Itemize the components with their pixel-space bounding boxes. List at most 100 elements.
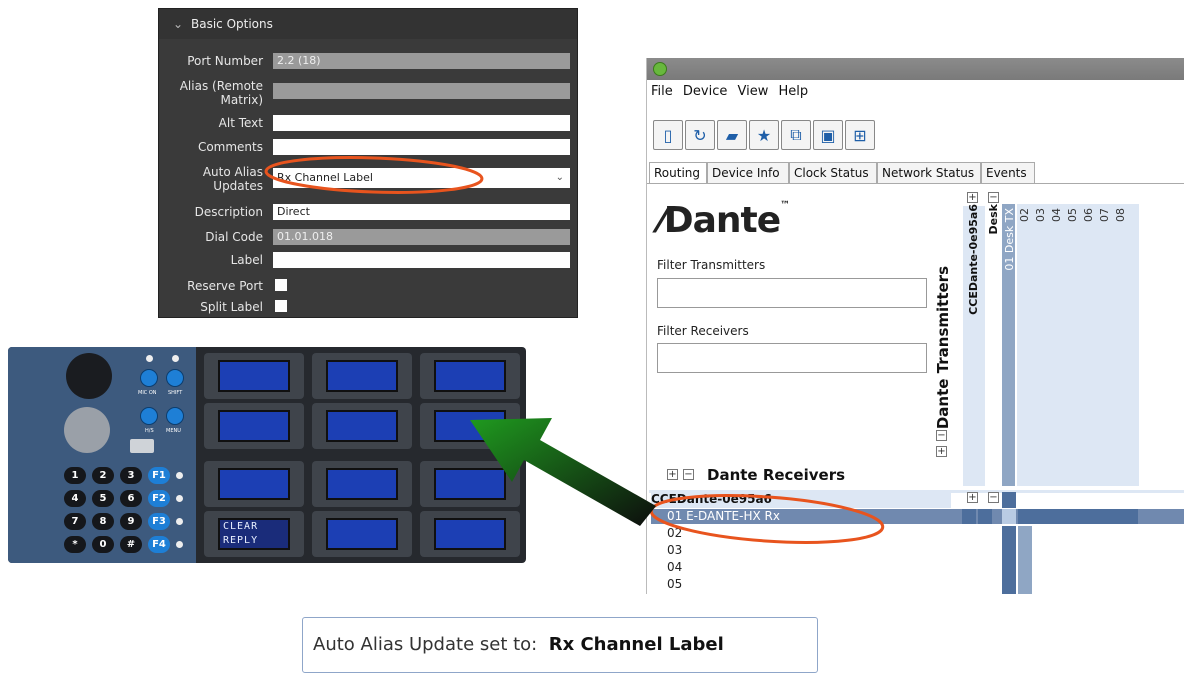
auto-alias-select[interactable]: Rx Channel Label ⌄ — [273, 168, 570, 188]
status-led — [172, 355, 179, 362]
field-label: Description — [194, 205, 263, 219]
lcd-key[interactable] — [420, 511, 520, 557]
lcd-key[interactable] — [204, 403, 304, 449]
key-f1[interactable]: F1 — [148, 467, 170, 484]
matrix-cell[interactable] — [1002, 526, 1016, 594]
lcd-key[interactable] — [420, 403, 520, 449]
key-2[interactable]: 2 — [92, 467, 114, 484]
field-label: Alt Text — [218, 116, 263, 130]
matrix-cell[interactable] — [1002, 509, 1016, 524]
comments-input[interactable] — [273, 139, 570, 155]
star-icon[interactable]: ★ — [749, 120, 779, 150]
collapse-icon[interactable]: − — [683, 469, 694, 480]
lcd-key[interactable] — [420, 353, 520, 399]
chevron-down-icon: ⌄ — [173, 17, 184, 31]
description-input[interactable]: Direct — [273, 204, 570, 220]
key-6[interactable]: 6 — [120, 490, 142, 507]
receiver-channel: 02 — [667, 526, 683, 540]
filter-receivers-input[interactable] — [657, 343, 927, 373]
collapse-icon[interactable]: − — [988, 192, 999, 203]
key-star[interactable]: * — [64, 536, 86, 553]
status-led — [176, 518, 183, 525]
tab-events[interactable]: Events — [981, 162, 1035, 184]
lcd-key[interactable] — [312, 403, 412, 449]
tab-clock-status[interactable]: Clock Status — [789, 162, 877, 184]
lcd-key[interactable] — [312, 353, 412, 399]
lcd-key[interactable] — [204, 353, 304, 399]
receiver-channel: 01 E-DANTE-HX Rx — [667, 509, 780, 523]
matrix-cell[interactable] — [1002, 492, 1016, 508]
matrix-cell[interactable] — [978, 509, 992, 524]
basic-options-header[interactable]: ⌄ Basic Options — [159, 9, 577, 39]
receiver-channel: 05 — [667, 577, 683, 591]
tab-network-status[interactable]: Network Status — [877, 162, 981, 184]
collapse-icon[interactable]: − — [936, 430, 947, 441]
dante-receivers-label: Dante Receivers — [707, 466, 846, 484]
menu-button[interactable] — [166, 407, 184, 425]
expand-icon[interactable]: + — [667, 469, 678, 480]
speaker-knob — [66, 353, 112, 399]
menu-file[interactable]: File — [651, 84, 673, 99]
lcd-line: REPLY — [223, 535, 259, 546]
add-icon[interactable]: ⊞ — [845, 120, 875, 150]
transmitter-device-label: CCEDante-0e95a6 — [967, 204, 980, 315]
key-5[interactable]: 5 — [92, 490, 114, 507]
lcd-key[interactable] — [420, 461, 520, 507]
matrix-cell[interactable] — [1018, 509, 1138, 524]
matrix-cell[interactable] — [1018, 526, 1032, 594]
expand-icon[interactable]: + — [967, 192, 978, 203]
key-f2[interactable]: F2 — [148, 490, 170, 507]
alt-text-input[interactable] — [273, 115, 570, 131]
lcd-key[interactable] — [204, 461, 304, 507]
key-hash[interactable]: # — [120, 536, 142, 553]
tab-routing[interactable]: Routing — [649, 162, 707, 184]
auto-alias-value: Rx Channel Label — [277, 171, 373, 184]
menu-bar: File Device View Help — [647, 80, 1184, 104]
status-led — [176, 472, 183, 479]
channel-label: 08 — [1114, 208, 1127, 222]
tab-device-info[interactable]: Device Info — [707, 162, 789, 184]
intercom-hardware-panel: MIC ON SHIFT H/S MENU 1 2 3 F1 4 5 6 F2 … — [8, 347, 526, 563]
button-label: SHIFT — [168, 390, 183, 396]
checkbox-label: Split Label — [200, 300, 263, 314]
panel-icon[interactable]: ▯ — [653, 120, 683, 150]
network-icon[interactable]: ⧉ — [781, 120, 811, 150]
menu-help[interactable]: Help — [779, 84, 809, 99]
key-9[interactable]: 9 — [120, 513, 142, 530]
split-label-checkbox[interactable] — [275, 300, 287, 312]
hs-button[interactable] — [140, 407, 158, 425]
key-f3[interactable]: F3 — [148, 513, 170, 530]
key-8[interactable]: 8 — [92, 513, 114, 530]
key-f4[interactable]: F4 — [148, 536, 170, 553]
key-7[interactable]: 7 — [64, 513, 86, 530]
key-4[interactable]: 4 — [64, 490, 86, 507]
app-icon — [653, 62, 667, 76]
filter-transmitters-label: Filter Transmitters — [657, 258, 766, 272]
menu-device[interactable]: Device — [683, 84, 727, 99]
lcd-key-clear-reply[interactable]: CLEAR REPLY — [204, 511, 304, 557]
label-input[interactable] — [273, 252, 570, 268]
monitor-icon[interactable]: ▣ — [813, 120, 843, 150]
filter-transmitters-input[interactable] — [657, 278, 927, 308]
expand-icon[interactable]: + — [936, 446, 947, 457]
receiver-channel: 04 — [667, 560, 683, 574]
collapse-icon[interactable]: − — [988, 492, 999, 503]
lcd-key[interactable] — [312, 461, 412, 507]
folder-icon[interactable]: ▰ — [717, 120, 747, 150]
matrix-cell[interactable] — [962, 509, 976, 524]
tab-divider — [647, 183, 1184, 184]
key-0[interactable]: 0 — [92, 536, 114, 553]
channel-label: 01 Desk TX — [1003, 208, 1016, 271]
lcd-key[interactable] — [312, 511, 412, 557]
refresh-icon[interactable]: ↻ — [685, 120, 715, 150]
channel-label: 06 — [1082, 208, 1095, 222]
dante-controller-window: File Device View Help ▯ ↻ ▰ ★ ⧉ ▣ ⊞ Rout… — [646, 58, 1184, 594]
field-label: Dial Code — [205, 230, 263, 244]
key-1[interactable]: 1 — [64, 467, 86, 484]
shift-button[interactable] — [166, 369, 184, 387]
expand-icon[interactable]: + — [967, 492, 978, 503]
mic-on-button[interactable] — [140, 369, 158, 387]
menu-view[interactable]: View — [738, 84, 769, 99]
reserve-port-checkbox[interactable] — [275, 279, 287, 291]
key-3[interactable]: 3 — [120, 467, 142, 484]
